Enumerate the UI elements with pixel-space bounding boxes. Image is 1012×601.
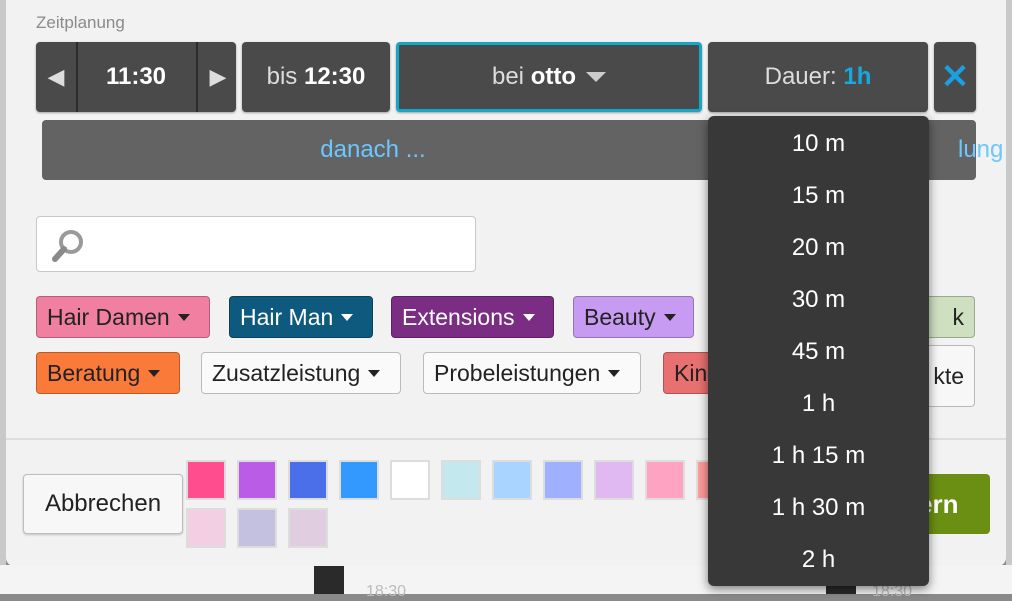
category-label: Probeleistungen	[434, 359, 601, 386]
category-hair-man[interactable]: Hair Man	[229, 296, 373, 338]
color-swatch[interactable]	[288, 460, 328, 500]
start-time-value[interactable]: 11:30	[78, 42, 194, 112]
duration-option[interactable]: 1 h 30 m	[708, 482, 929, 534]
color-swatch[interactable]	[186, 460, 226, 500]
color-swatch[interactable]	[237, 508, 277, 548]
start-time-stepper: ◀ 11:30 ▶	[36, 42, 236, 112]
end-time-value: 12:30	[303, 63, 366, 90]
search-input[interactable]	[36, 216, 476, 272]
category-zusatzleistung[interactable]: Zusatzleistung	[201, 352, 401, 394]
color-swatch[interactable]	[339, 460, 379, 500]
duration-option[interactable]: 1 h 15 m	[708, 430, 929, 482]
chevron-down-icon	[586, 72, 606, 82]
employee-select[interactable]: bei otto	[396, 42, 702, 112]
category-label: Zusatzleistung	[212, 359, 361, 386]
category-label: Hair Damen	[47, 303, 170, 330]
chevron-down-icon	[608, 369, 621, 377]
chevron-down-icon	[663, 313, 676, 321]
background-time-label: 18:30	[366, 583, 407, 600]
color-swatch[interactable]	[186, 508, 226, 548]
end-time-prefix: bis	[266, 63, 298, 90]
duration-prefix: Dauer:	[764, 63, 837, 90]
category-label: Hair Man	[240, 303, 334, 330]
after-label-right: lung	[958, 136, 1004, 163]
duration-option[interactable]: 20 m	[708, 222, 929, 274]
duration-option[interactable]: 10 m	[708, 118, 929, 170]
duration-option[interactable]: 1 h	[708, 378, 929, 430]
end-time-button[interactable]: bis 12:30	[242, 42, 390, 112]
close-icon[interactable]: ✕	[934, 42, 976, 112]
category-beauty[interactable]: Beauty	[573, 296, 694, 338]
color-swatch[interactable]	[288, 508, 328, 548]
duration-option[interactable]: 15 m	[708, 170, 929, 222]
employee-prefix: bei	[491, 63, 525, 90]
employee-value: otto	[530, 63, 576, 90]
chevron-down-icon	[522, 313, 535, 321]
chevron-down-icon	[177, 313, 190, 321]
after-label: danach ...	[320, 136, 426, 163]
category-label: Beauty	[584, 303, 656, 330]
color-swatch[interactable]	[594, 460, 634, 500]
category-label: Kin	[674, 359, 708, 386]
category-probeleistungen[interactable]: Probeleistungen	[423, 352, 641, 394]
chevron-down-icon	[148, 369, 161, 377]
category-extensions[interactable]: Extensions	[391, 296, 554, 338]
cancel-button[interactable]: Abbrechen	[23, 474, 183, 534]
background-calendar-column	[314, 565, 344, 594]
category-label: Extensions	[402, 303, 515, 330]
section-label: Zeitplanung	[36, 13, 125, 32]
category-hair-damen[interactable]: Hair Damen	[36, 296, 210, 338]
color-swatch[interactable]	[645, 460, 685, 500]
color-swatch[interactable]	[237, 460, 277, 500]
category-beratung[interactable]: Beratung	[36, 352, 180, 394]
triangle-left-icon[interactable]: ◀	[36, 42, 76, 112]
duration-button[interactable]: Dauer: 1h	[708, 42, 928, 112]
duration-option[interactable]: 45 m	[708, 326, 929, 378]
color-swatch[interactable]	[441, 460, 481, 500]
duration-value: 1h	[843, 63, 872, 90]
background-edge-right	[1006, 0, 1012, 594]
color-swatch[interactable]	[390, 460, 430, 500]
triangle-right-icon[interactable]: ▶	[198, 42, 238, 112]
duration-option[interactable]: 30 m	[708, 274, 929, 326]
color-swatch[interactable]	[492, 460, 532, 500]
chevron-down-icon	[341, 313, 354, 321]
category-label: k	[952, 303, 965, 330]
products-label: kte	[933, 362, 964, 389]
color-swatch[interactable]	[543, 460, 583, 500]
category-label: Beratung	[47, 359, 141, 386]
duration-option[interactable]: 2 h	[708, 534, 929, 586]
duration-dropdown: 10 m 15 m 20 m 30 m 45 m 1 h 1 h 15 m 1 …	[708, 116, 929, 586]
chevron-down-icon	[368, 369, 381, 377]
search-icon	[52, 230, 83, 262]
